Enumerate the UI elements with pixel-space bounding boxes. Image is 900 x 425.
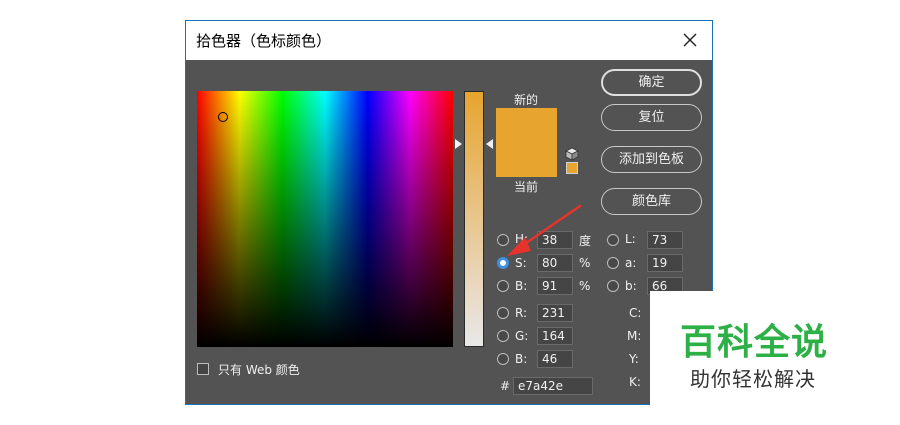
ok-button[interactable]: 确定 [601, 69, 702, 96]
hex-field[interactable]: e7a42e [513, 377, 593, 395]
web-safe-cube-icon[interactable] [565, 147, 579, 161]
s-label: S: [515, 256, 527, 270]
s-field[interactable]: 80 [537, 254, 573, 272]
current-color-label: 当前 [514, 180, 539, 194]
l-field[interactable]: 73 [647, 231, 683, 249]
y-label: Y: [629, 352, 639, 366]
a-field[interactable]: 19 [647, 254, 683, 272]
blue-field[interactable]: 46 [537, 350, 573, 368]
k-label: K: [629, 375, 641, 389]
h-unit: 度 [579, 234, 592, 248]
r-label: R: [515, 306, 528, 320]
b-unit: % [579, 279, 591, 293]
close-icon[interactable] [680, 30, 700, 50]
reset-button[interactable]: 复位 [601, 104, 702, 131]
watermark-subtitle: 助你轻松解决 [690, 367, 816, 391]
color-field-marker[interactable] [218, 112, 228, 122]
r-field[interactable]: 231 [537, 304, 573, 322]
slider-handle-left-icon[interactable] [455, 139, 462, 149]
web-only-label: 只有 Web 颜色 [218, 363, 300, 377]
radio-g[interactable] [497, 330, 509, 342]
new-color-swatch [496, 108, 557, 143]
radio-b[interactable] [497, 280, 509, 292]
hex-label: # [500, 379, 511, 393]
blue-label: B: [515, 352, 528, 366]
b-field[interactable]: 91 [537, 277, 573, 295]
a-label: a: [625, 256, 637, 270]
radio-a[interactable] [607, 257, 619, 269]
radio-h[interactable] [497, 234, 509, 246]
watermark-title: 百科全说 [680, 322, 829, 363]
c-label: C: [629, 306, 642, 320]
radio-s[interactable] [497, 257, 509, 269]
add-to-swatches-button[interactable]: 添加到色板 [601, 146, 702, 173]
watermark: 百科全说 助你轻松解决 [650, 291, 850, 406]
dialog-title: 拾色器（色标颜色） [196, 32, 332, 50]
g-field[interactable]: 164 [537, 327, 573, 345]
color-picker-dialog: 拾色器（色标颜色） 新的 当前 确定 复位 添加到色板 颜色库 H: 38 度 … [185, 20, 713, 405]
title-bar: 拾色器（色标颜色） [186, 21, 712, 60]
new-color-label: 新的 [514, 93, 539, 107]
color-libraries-button[interactable]: 颜色库 [601, 188, 702, 215]
radio-blue[interactable] [497, 353, 509, 365]
lab-b-label: b: [625, 279, 637, 293]
color-field[interactable] [197, 91, 453, 347]
current-color-swatch[interactable] [496, 143, 557, 177]
radio-r[interactable] [497, 307, 509, 319]
web-safe-swatch[interactable] [566, 162, 578, 174]
s-unit: % [579, 256, 591, 270]
web-only-checkbox[interactable] [197, 363, 209, 375]
h-label: H: [515, 232, 529, 246]
radio-l[interactable] [607, 234, 619, 246]
h-field[interactable]: 38 [537, 231, 573, 249]
g-label: G: [515, 329, 529, 343]
slider-handle-right-icon[interactable] [486, 139, 493, 149]
hue-slider[interactable] [464, 91, 484, 347]
b-label: B: [515, 279, 528, 293]
m-label: M: [627, 329, 642, 343]
l-label: L: [625, 232, 636, 246]
radio-lab-b[interactable] [607, 280, 619, 292]
